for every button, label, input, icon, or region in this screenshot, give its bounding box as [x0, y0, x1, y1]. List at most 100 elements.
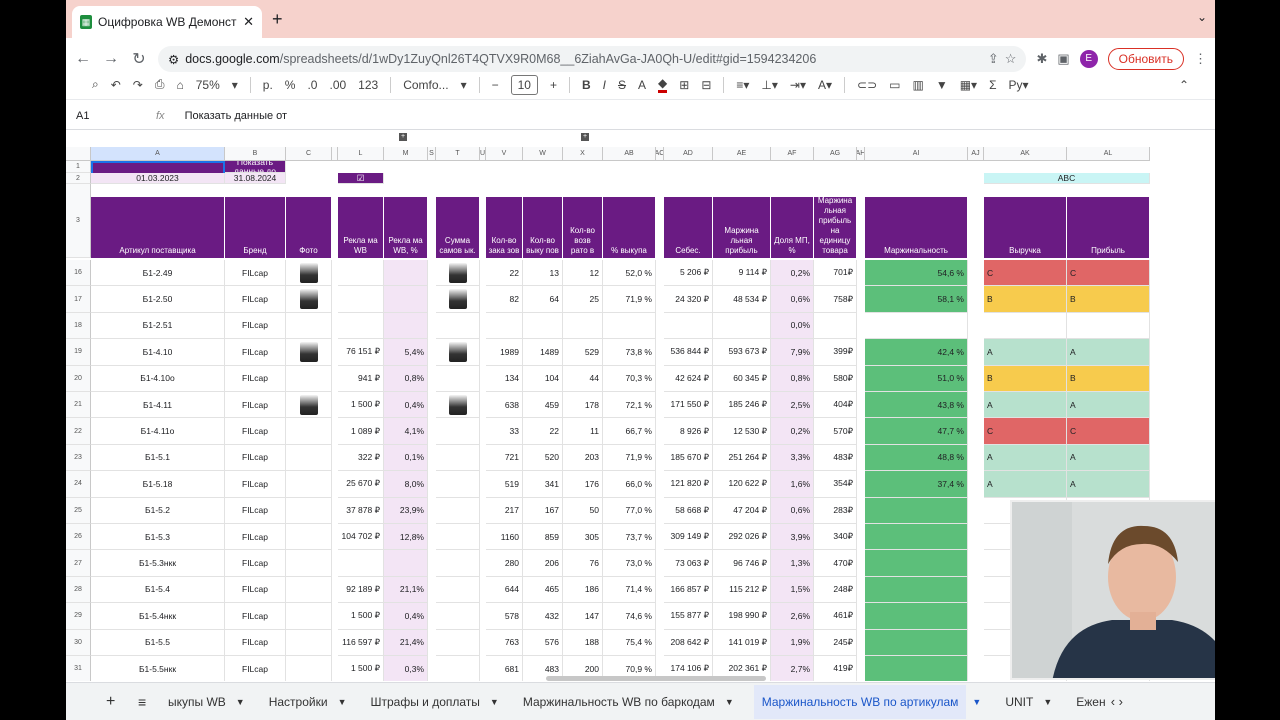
- merge-icon[interactable]: ⊟: [701, 78, 711, 92]
- cell-orders[interactable]: 721: [486, 444, 523, 472]
- cell-adp[interactable]: 12,8%: [384, 524, 428, 551]
- cell-photo[interactable]: [436, 524, 480, 551]
- cell-pct[interactable]: [603, 312, 656, 340]
- cell-adp[interactable]: 21,1%: [384, 576, 428, 604]
- cell-adp[interactable]: 0,4%: [384, 392, 428, 419]
- cell-cost[interactable]: 42 624 ₽: [664, 365, 713, 392]
- cell-prof[interactable]: [1067, 312, 1150, 340]
- cell-ret[interactable]: 76: [563, 550, 603, 577]
- update-button[interactable]: Обновить: [1107, 48, 1184, 70]
- cell-adp[interactable]: 0,4%: [384, 603, 428, 630]
- cell-art[interactable]: Б1-4.11o: [91, 418, 225, 445]
- cell-marg[interactable]: [865, 312, 968, 340]
- cell-photo[interactable]: [436, 392, 480, 419]
- cell-orders[interactable]: 134: [486, 365, 523, 392]
- cell-rev[interactable]: B: [984, 286, 1067, 313]
- cell-prof[interactable]: B: [1067, 286, 1150, 313]
- cell-prof[interactable]: C: [1067, 418, 1150, 445]
- all-sheets-icon[interactable]: ≡: [138, 694, 146, 710]
- font-size-minus-icon[interactable]: −: [492, 78, 499, 92]
- cell-unit[interactable]: [814, 312, 857, 340]
- cell-ad[interactable]: 1 500 ₽: [338, 603, 384, 630]
- cell-photo[interactable]: [436, 286, 480, 313]
- cell-ret[interactable]: 50: [563, 497, 603, 524]
- cell-buy[interactable]: 465: [523, 576, 563, 604]
- collapse-toolbar-icon[interactable]: ⌃: [1179, 78, 1189, 92]
- cell-pct[interactable]: 66,7 %: [603, 418, 656, 445]
- cell-share[interactable]: 7,9%: [771, 339, 814, 366]
- cell-pct[interactable]: 70,3 %: [603, 365, 656, 392]
- cell-marg[interactable]: [865, 497, 968, 524]
- cell-orders[interactable]: 638: [486, 392, 523, 419]
- zoom-select[interactable]: 75%: [196, 78, 220, 92]
- cell-photo[interactable]: [436, 312, 480, 340]
- cell-ad[interactable]: [338, 260, 384, 287]
- show-to-label[interactable]: Показать данные до: [225, 161, 286, 173]
- increase-decimal-button[interactable]: .00: [329, 78, 346, 92]
- cell-unit[interactable]: 404₽: [814, 392, 857, 419]
- cell-adp[interactable]: 5,4%: [384, 339, 428, 366]
- cell-orders[interactable]: 681: [486, 656, 523, 681]
- cell-art[interactable]: Б1-2.49: [91, 260, 225, 287]
- cell-share[interactable]: 0,0%: [771, 312, 814, 340]
- cell-photo[interactable]: [436, 629, 480, 656]
- cell-adp[interactable]: 8,0%: [384, 471, 428, 498]
- font-size-input[interactable]: 10: [510, 74, 538, 95]
- cell-pct[interactable]: 77,0 %: [603, 497, 656, 524]
- column-header-T[interactable]: T: [436, 147, 480, 161]
- cell-art[interactable]: Б1-5.3: [91, 524, 225, 551]
- cell-marg[interactable]: [865, 524, 968, 551]
- cell-marg[interactable]: 48,8 %: [865, 444, 968, 472]
- cell-photo[interactable]: [286, 286, 332, 313]
- cell-share[interactable]: 0,8%: [771, 365, 814, 392]
- cell-prof[interactable]: C: [1067, 260, 1150, 287]
- chevron-down-icon[interactable]: ▼: [1043, 697, 1052, 707]
- rotate-icon[interactable]: A▾: [818, 78, 832, 92]
- cell-buy[interactable]: 341: [523, 471, 563, 498]
- column-header-B[interactable]: B: [225, 147, 286, 161]
- menu-icon[interactable]: ⋮: [1194, 51, 1207, 67]
- cell-cost[interactable]: 171 550 ₽: [664, 392, 713, 419]
- cell-photo[interactable]: [286, 339, 332, 366]
- chevron-down-icon[interactable]: ▾: [232, 78, 238, 92]
- text-color-icon[interactable]: A: [638, 78, 646, 92]
- cell-ret[interactable]: 25: [563, 286, 603, 313]
- cell-ret[interactable]: 186: [563, 576, 603, 604]
- cell-mp[interactable]: 12 530 ₽: [713, 418, 771, 445]
- cell-ad[interactable]: [338, 286, 384, 313]
- sheet-tab[interactable]: UNIT: [1001, 695, 1037, 709]
- cell-orders[interactable]: 763: [486, 629, 523, 656]
- group-toggle-icon[interactable]: +: [581, 133, 589, 141]
- cell-pct[interactable]: 66,0 %: [603, 471, 656, 498]
- print-icon[interactable]: ⎙: [155, 77, 165, 92]
- cell-adp[interactable]: 21,4%: [384, 629, 428, 656]
- cell-brand[interactable]: FILcap: [225, 286, 286, 313]
- cell-unit[interactable]: 758₽: [814, 286, 857, 313]
- cell-adp[interactable]: [384, 260, 428, 287]
- wrap-icon[interactable]: ⇥▾: [790, 78, 806, 92]
- cell-ret[interactable]: 529: [563, 339, 603, 366]
- cell-pct[interactable]: 71,9 %: [603, 444, 656, 472]
- cell-brand[interactable]: FILcap: [225, 312, 286, 340]
- cell-unit[interactable]: 245₽: [814, 629, 857, 656]
- row-header[interactable]: 3: [66, 184, 91, 258]
- column-header-M[interactable]: M: [384, 147, 428, 161]
- column-header-W[interactable]: W: [523, 147, 563, 161]
- extensions-icon[interactable]: ✱: [1036, 51, 1047, 67]
- sheet-tab[interactable]: Маржинальность WB по баркодам: [519, 695, 719, 709]
- chevron-down-icon[interactable]: ▼: [236, 697, 245, 707]
- chart-icon[interactable]: ▥: [912, 78, 923, 92]
- cell-cost[interactable]: 58 668 ₽: [664, 497, 713, 524]
- cell-photo[interactable]: [436, 471, 480, 498]
- cell-unit[interactable]: 483₽: [814, 444, 857, 472]
- cell-photo[interactable]: [286, 365, 332, 392]
- functions-icon[interactable]: Σ: [989, 78, 996, 92]
- cell-photo[interactable]: [286, 444, 332, 472]
- select-all-corner[interactable]: [66, 147, 91, 161]
- column-header-AH[interactable]: AH: [857, 147, 865, 161]
- cell-photo[interactable]: [436, 339, 480, 366]
- cell-ret[interactable]: 44: [563, 365, 603, 392]
- cell-buy[interactable]: 859: [523, 524, 563, 551]
- cell-photo[interactable]: [436, 497, 480, 524]
- date-from-cell[interactable]: 01.03.2023: [91, 173, 225, 184]
